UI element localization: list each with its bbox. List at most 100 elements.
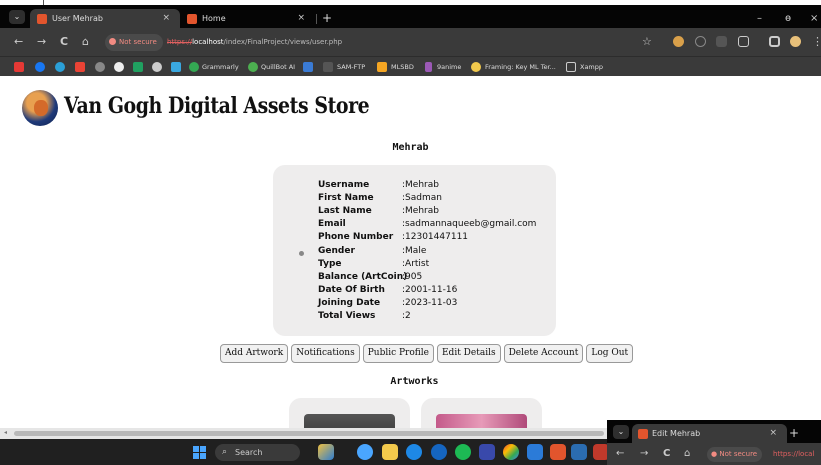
bookmark-icon[interactable]: [133, 62, 143, 72]
taskbar-widgets-icon[interactable]: [318, 444, 334, 460]
bookmark-icon[interactable]: [55, 62, 65, 72]
taskbar-app-icon[interactable]: [357, 444, 373, 460]
spotify-icon[interactable]: [455, 444, 471, 460]
info-value: :sadmannaqueeb@gmail.com: [402, 219, 537, 229]
artwork-card[interactable]: [421, 398, 542, 428]
bookmark-youtube-icon[interactable]: [14, 62, 24, 72]
notifications-button[interactable]: Notifications: [291, 344, 360, 363]
taskbar-app-icon[interactable]: [479, 444, 495, 460]
extension-icon[interactable]: [695, 36, 706, 47]
back-button[interactable]: ←: [616, 447, 624, 461]
tab-search-button[interactable]: ⌄: [9, 10, 25, 24]
extension-icon[interactable]: [673, 36, 684, 47]
edge-browser-icon[interactable]: [406, 444, 422, 460]
minimize-button[interactable]: –: [757, 9, 762, 28]
bookmark-9anime[interactable]: 9anime: [437, 57, 461, 77]
scroll-left-icon[interactable]: ◂: [4, 429, 7, 436]
reload-button[interactable]: C: [663, 447, 670, 461]
info-row-email: Email :sadmannaqueeb@gmail.com: [318, 218, 536, 231]
bookmark-mlsbd[interactable]: MLSBD: [391, 57, 414, 77]
delete-account-button[interactable]: Delete Account: [503, 344, 584, 363]
bookmark-quillbot[interactable]: QuillBot AI: [261, 57, 295, 77]
tab-search-button[interactable]: ⌄: [613, 425, 629, 439]
tab-title: Home: [202, 14, 226, 23]
restore-button[interactable]: ɵ: [785, 9, 791, 28]
info-row-last-name: Last Name:Mehrab: [318, 205, 439, 218]
taskbar-app-icon[interactable]: [431, 444, 447, 460]
profile-avatar-icon[interactable]: [790, 36, 801, 47]
bookmark-framing[interactable]: Framing: Key ML Ter...: [485, 57, 556, 77]
close-window-button[interactable]: ×: [810, 9, 818, 28]
back-button[interactable]: ←: [14, 34, 23, 50]
extension-icon[interactable]: [716, 36, 727, 47]
info-label: Balance (ArtCoin): [318, 272, 408, 282]
bookmark-icon[interactable]: [95, 62, 105, 72]
chrome-icon[interactable]: [503, 444, 519, 460]
info-row-total-views: Total Views:2: [318, 310, 411, 323]
bookmark-github-icon[interactable]: [114, 62, 124, 72]
bookmark-gmail-icon[interactable]: [75, 62, 85, 72]
bookmark-facebook-icon[interactable]: [35, 62, 45, 72]
site-logo[interactable]: [22, 90, 58, 126]
info-label: Joining Date: [318, 298, 381, 308]
artwork-thumbnail[interactable]: [436, 414, 527, 428]
bookmark-icon[interactable]: [303, 62, 313, 72]
info-label: Email: [318, 219, 346, 229]
start-menu-icon[interactable]: [193, 446, 206, 459]
list-bullet-icon: [299, 251, 304, 256]
site-favicon-icon: [638, 429, 648, 439]
tab-user-mehrab[interactable]: User Mehrab ×: [30, 9, 180, 28]
home-button[interactable]: ⌂: [82, 34, 89, 50]
tab-close-icon[interactable]: ×: [162, 9, 170, 28]
bookmark-mlsbd-icon: [377, 62, 387, 72]
taskbar-app-icon[interactable]: [550, 444, 566, 460]
bookmark-grammarly-icon: [189, 62, 199, 72]
selenium-icon[interactable]: [571, 444, 587, 460]
security-indicator[interactable]: Not secure: [105, 34, 163, 51]
bookmark-folder-icon: [566, 62, 576, 72]
reload-button[interactable]: C: [60, 34, 68, 50]
extensions-puzzle-icon[interactable]: [738, 36, 749, 47]
artwork-card[interactable]: [289, 398, 410, 428]
taskbar-app-icon[interactable]: [527, 444, 543, 460]
bookmark-star-icon[interactable]: ☆: [642, 34, 652, 50]
public-profile-button[interactable]: Public Profile: [362, 344, 434, 363]
url-text[interactable]: https://localhost/index/FinalProject/vie…: [167, 34, 342, 51]
new-tab-button[interactable]: +: [789, 424, 799, 443]
forward-button[interactable]: →: [640, 447, 648, 461]
info-value: :Mehrab: [402, 206, 439, 216]
taskbar-search[interactable]: ⌕ Search: [215, 444, 300, 461]
security-label: Not secure: [719, 450, 758, 458]
tab-close-icon[interactable]: ×: [297, 9, 305, 28]
forward-button[interactable]: →: [37, 34, 46, 50]
browser-menu-icon[interactable]: ⋮: [812, 34, 821, 50]
bookmark-icon[interactable]: [152, 62, 162, 72]
info-label: Type: [318, 259, 342, 269]
file-explorer-icon[interactable]: [382, 444, 398, 460]
security-indicator[interactable]: ● Not secure: [707, 447, 763, 462]
scrollbar-thumb[interactable]: [14, 431, 604, 436]
sidebar-icon[interactable]: [769, 36, 780, 47]
bookmark-sam-ftp[interactable]: SAM-FTP: [337, 57, 365, 77]
tab-close-icon[interactable]: ×: [769, 424, 777, 443]
omnibox[interactable]: Not secure https://localhost/index/Final…: [103, 34, 663, 51]
info-label: First Name: [318, 193, 374, 203]
add-artwork-button[interactable]: Add Artwork: [220, 344, 289, 363]
bookmark-grammarly[interactable]: Grammarly: [202, 57, 239, 77]
home-button[interactable]: ⌂: [684, 447, 690, 461]
tab-home[interactable]: Home ×: [180, 9, 315, 28]
url-text[interactable]: https://local: [773, 447, 814, 462]
tab-edit-mehrab[interactable]: Edit Mehrab ×: [632, 424, 787, 443]
artwork-thumbnail[interactable]: [304, 414, 395, 428]
new-tab-button[interactable]: +: [322, 9, 332, 28]
info-value: :2001-11-16: [402, 285, 458, 295]
screenshot: ⌄ User Mehrab × Home × + – ɵ × ← → C ⌂ N…: [0, 0, 821, 465]
info-row-username: Username:Mehrab: [318, 179, 439, 192]
log-out-button[interactable]: Log Out: [586, 344, 634, 363]
bookmark-xampp[interactable]: Xampp: [580, 57, 603, 77]
info-row-first-name: First Name:Sadman: [318, 192, 442, 205]
edit-details-button[interactable]: Edit Details: [436, 344, 501, 363]
search-icon: ⌕: [222, 447, 228, 457]
site-title[interactable]: Van Gogh Digital Assets Store: [64, 93, 370, 119]
bookmark-icon[interactable]: [171, 62, 181, 72]
